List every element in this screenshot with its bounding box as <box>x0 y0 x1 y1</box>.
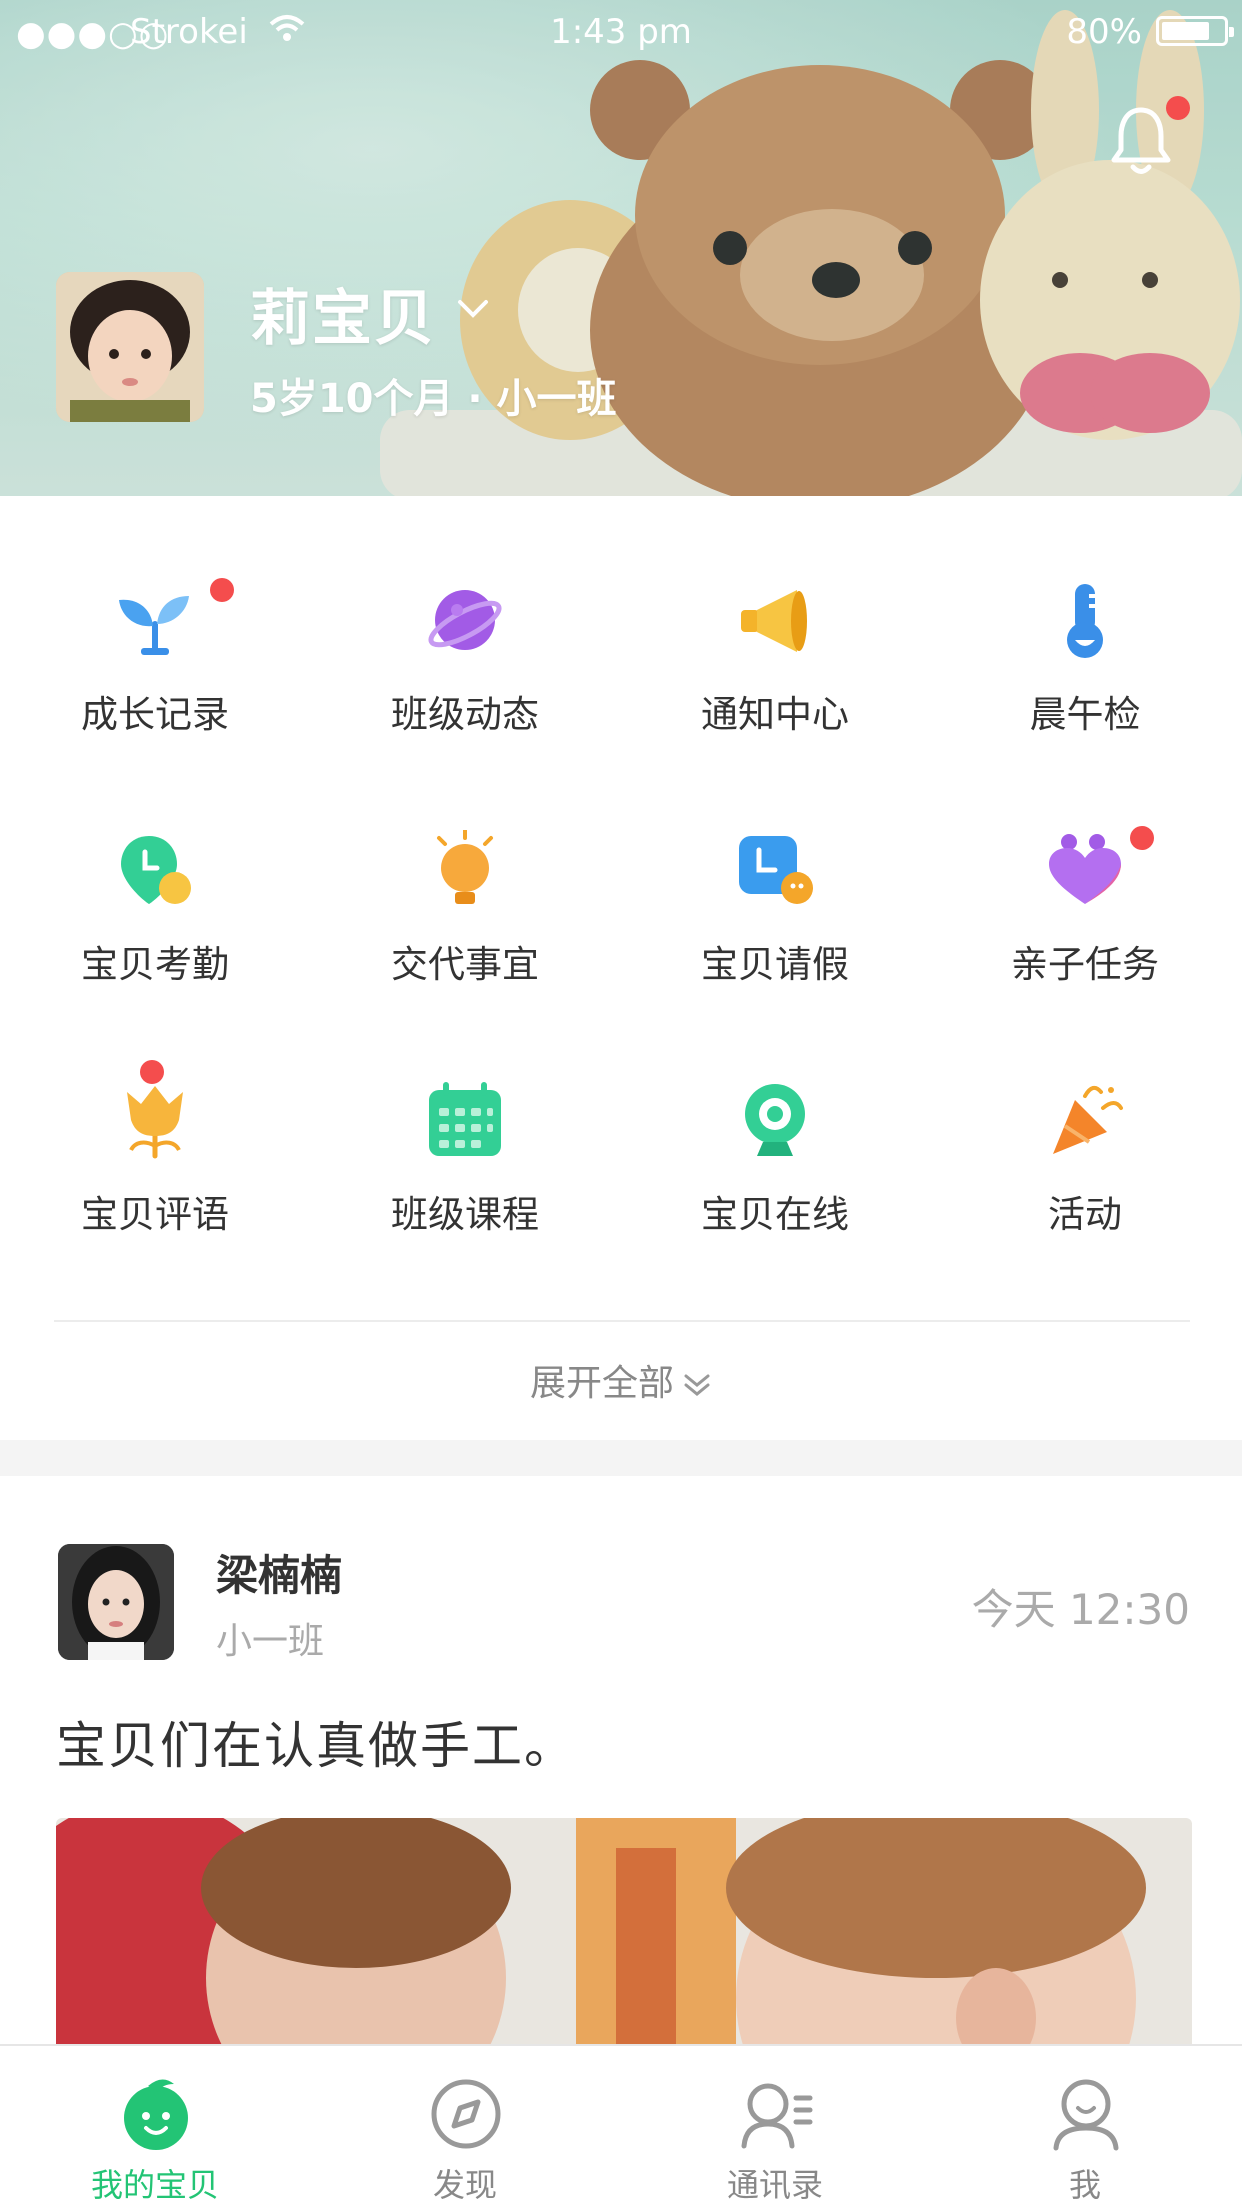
post-author-name[interactable]: 梁楠楠 <box>216 1542 342 1603</box>
battery-percentage: 80% <box>1066 12 1142 52</box>
attendance-pin-icon <box>121 836 191 904</box>
divider <box>54 1320 1190 1322</box>
grid-item-label: 宝贝考勤 <box>81 943 229 986</box>
child-age-class: 5岁10个月 · 小一班 <box>250 376 617 422</box>
notification-bell-icon[interactable] <box>1110 104 1172 178</box>
thermometer-icon <box>1067 584 1103 658</box>
tab-label: 我的宝贝 <box>90 2166 219 2204</box>
battery-icon <box>1156 16 1234 46</box>
badge-dot <box>1130 826 1154 850</box>
tab-discover[interactable]: 发现 <box>310 2046 620 2208</box>
webcam-icon <box>745 1084 805 1156</box>
post-author-class: 小一班 <box>216 1621 325 1662</box>
tab-me[interactable]: 我 <box>930 2046 1240 2208</box>
grid-item-label: 亲子任务 <box>1011 943 1159 986</box>
grid-item-notice-center[interactable]: 通知中心 <box>620 560 930 760</box>
grid-item-label: 交代事宜 <box>391 943 539 986</box>
tab-label: 通讯录 <box>726 2166 823 2204</box>
grid-item-activities[interactable]: 活动 <box>930 1060 1240 1260</box>
grid-item-label: 活动 <box>1048 1193 1122 1236</box>
status-bar: ●●●○○ Strokei 1:43 pm 80% <box>0 0 1242 60</box>
compass-icon <box>431 2079 501 2149</box>
planet-icon <box>428 590 502 650</box>
grid-item-label: 班级动态 <box>391 693 539 736</box>
section-separator <box>0 1440 1242 1476</box>
expand-all-label: 展开全部 <box>529 1363 674 1404</box>
status-time: 1:43 pm <box>550 12 692 52</box>
grid-item-leave-request[interactable]: 宝贝请假 <box>620 810 930 1010</box>
grid-item-label: 通知中心 <box>701 693 849 736</box>
header-banner: ●●●○○ Strokei 1:43 pm 80% 莉宝贝 5岁10个月 · 小… <box>0 0 1242 496</box>
post-photo[interactable] <box>56 1818 1192 2048</box>
grid-item-growth-record[interactable]: 成长记录 <box>0 560 310 760</box>
grid-item-class-schedule[interactable]: 班级课程 <box>310 1060 620 1260</box>
badge-dot <box>140 1060 164 1084</box>
grid-item-attendance[interactable]: 宝贝考勤 <box>0 810 310 1010</box>
tab-label: 发现 <box>432 2166 497 2204</box>
tab-contacts[interactable]: 通讯录 <box>620 2046 930 2208</box>
sprout-icon <box>119 596 189 655</box>
grid-item-label: 班级课程 <box>391 1193 539 1236</box>
notification-badge <box>1166 96 1190 120</box>
child-avatar[interactable] <box>56 272 204 422</box>
tab-my-baby[interactable]: 我的宝贝 <box>0 2046 310 2208</box>
grid-item-label: 晨午检 <box>1029 693 1141 736</box>
megaphone-icon <box>741 590 807 652</box>
tab-label: 我 <box>1068 2166 1101 2204</box>
grid-item-baby-online[interactable]: 宝贝在线 <box>620 1060 930 1260</box>
post-timestamp: 今天 12:30 <box>971 1585 1190 1634</box>
post-text: 宝贝们在认真做手工。 <box>56 1717 576 1775</box>
teacher-avatar[interactable] <box>58 1544 174 1660</box>
lightbulb-icon <box>437 830 493 904</box>
grid-item-class-news[interactable]: 班级动态 <box>310 560 620 760</box>
grid-item-handover[interactable]: 交代事宜 <box>310 810 620 1010</box>
double-chevron-down-icon <box>684 1374 710 1396</box>
baby-face-icon <box>124 2079 188 2150</box>
grid-item-comments[interactable]: 宝贝评语 <box>0 1060 310 1260</box>
grid-item-label: 宝贝在线 <box>701 1193 849 1236</box>
child-name[interactable]: 莉宝贝 <box>250 270 436 357</box>
tulip-icon <box>127 1086 183 1159</box>
grid-item-label: 宝贝请假 <box>701 943 849 986</box>
contacts-icon <box>741 2083 813 2149</box>
calendar-icon <box>429 1082 501 1156</box>
bottom-tab-bar: 我的宝贝 发现 通讯录 我 <box>0 2044 1242 2208</box>
person-icon <box>1053 2079 1119 2151</box>
badge-dot <box>210 578 234 602</box>
expand-all-button[interactable]: 展开全部 <box>0 1354 1242 1406</box>
grid-item-family-task[interactable]: 亲子任务 <box>930 810 1240 1010</box>
grid-item-label: 宝贝评语 <box>81 1193 229 1236</box>
leave-clock-icon <box>739 836 813 904</box>
heart-icon <box>1049 834 1121 904</box>
grid-item-label: 成长记录 <box>81 693 229 736</box>
party-popper-icon <box>1053 1085 1123 1154</box>
grid-item-morning-check[interactable]: 晨午检 <box>930 560 1240 760</box>
chevron-down-icon[interactable] <box>456 298 490 320</box>
